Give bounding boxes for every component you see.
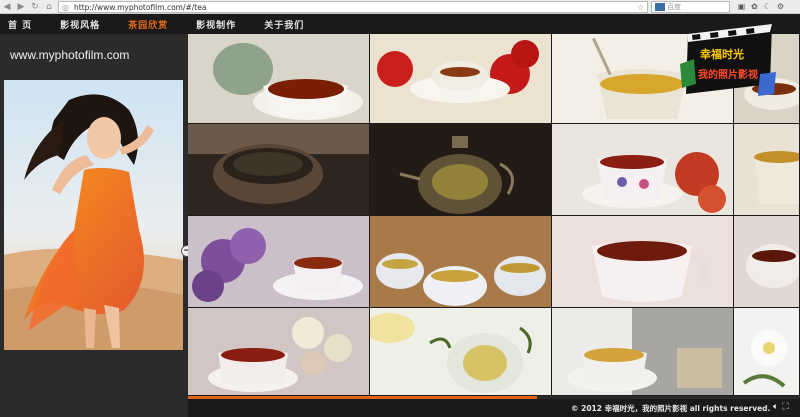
nav-item-tea[interactable]: 茶园欣赏 — [128, 18, 168, 31]
globe-icon: ◎ — [62, 2, 69, 12]
gallery-tile[interactable] — [734, 308, 800, 396]
footer-controls: 🔈︎ ⛶ — [773, 402, 789, 412]
search-box[interactable]: 百度 — [651, 1, 730, 13]
browser-toolbar: ◀ ▶ ↻ ⌂ ◎ http://www.myphotofilm.com/#/t… — [0, 0, 800, 14]
logo-text-line1: 幸福时光 — [700, 47, 744, 61]
back-icon[interactable]: ◀ — [0, 0, 14, 14]
address-bar[interactable]: ◎ http://www.myphotofilm.com/#/tea ☆ — [58, 1, 648, 13]
nav-item-about[interactable]: 关于我们 — [264, 18, 304, 31]
forward-icon[interactable]: ▶ — [14, 0, 28, 14]
site-domain: www.myphotofilm.com — [10, 48, 130, 62]
gallery-tile[interactable] — [734, 216, 800, 308]
refresh-icon[interactable]: ↻ — [28, 0, 42, 14]
search-placeholder: 百度 — [667, 3, 681, 11]
sidebar: www.myphotofilm.com − — [0, 34, 193, 417]
fullscreen-icon[interactable]: ⛶ — [782, 402, 788, 412]
home-icon[interactable]: ⌂ — [42, 0, 56, 14]
gallery-tile[interactable] — [552, 216, 734, 308]
gallery-tile[interactable] — [370, 124, 552, 216]
gallery-tile[interactable] — [188, 34, 370, 124]
logo-text-line2: 我的照片影视 — [698, 68, 758, 81]
nav-item-production[interactable]: 影视制作 — [196, 18, 236, 31]
browser-extension-icons: ▣ ✿ ☾ ⚙ — [736, 1, 786, 12]
menu-icon[interactable]: ⚙ — [775, 1, 786, 12]
search-engine-icon[interactable] — [655, 3, 665, 11]
portrait-photo — [4, 80, 183, 350]
bookmark-star-icon[interactable]: ☆ — [637, 3, 644, 12]
camera-icon[interactable]: ▣ — [736, 1, 747, 12]
gallery-tile[interactable] — [734, 124, 800, 216]
copyright-text: © 2012 幸福时光，我的照片影视 all rights reserved. — [571, 404, 771, 413]
gallery-tile[interactable] — [188, 308, 370, 396]
addon-icon[interactable]: ✿ — [749, 1, 760, 12]
gallery-tile[interactable] — [370, 216, 552, 308]
address-url[interactable]: http://www.myphotofilm.com/#/tea — [72, 3, 206, 12]
gallery-tile[interactable] — [370, 308, 552, 396]
nav-item-home[interactable]: 首 页 — [8, 18, 32, 31]
gallery-tile[interactable] — [370, 34, 552, 124]
gallery-tile[interactable] — [552, 308, 734, 396]
gallery-tile[interactable] — [552, 124, 734, 216]
footer: © 2012 幸福时光，我的照片影视 all rights reserved. … — [188, 399, 800, 417]
nav-item-style[interactable]: 影视风格 — [60, 18, 100, 31]
gallery-tile[interactable] — [188, 216, 370, 308]
volume-icon[interactable]: 🔈︎ — [773, 402, 778, 412]
gallery-tile[interactable] — [188, 124, 370, 216]
site-logo[interactable]: 幸福时光 我的照片影视 — [680, 24, 776, 98]
moon-icon[interactable]: ☾ — [762, 1, 773, 12]
